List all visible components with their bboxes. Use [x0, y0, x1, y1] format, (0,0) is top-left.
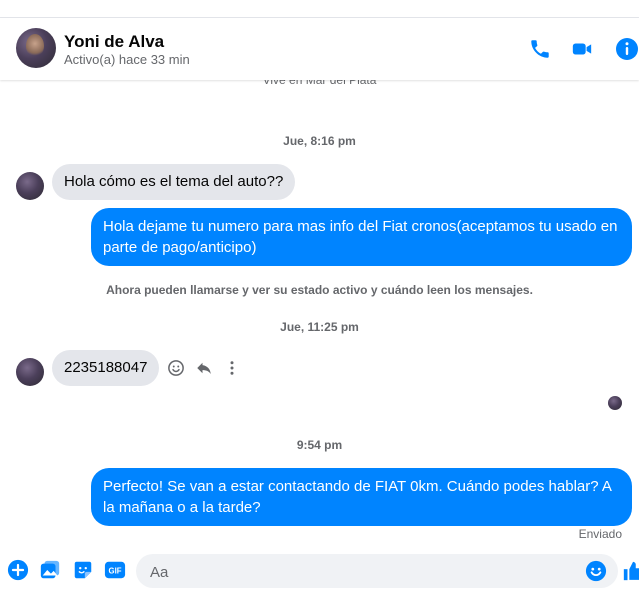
timestamp: Jue, 8:16 pm	[283, 134, 356, 148]
phone-icon[interactable]	[528, 37, 552, 61]
incoming-message[interactable]: Hola cómo es el tema del auto??	[52, 164, 296, 200]
incoming-message[interactable]: 2235188047	[52, 350, 160, 386]
emoji-reaction-icon[interactable]	[166, 358, 186, 378]
seen-avatar	[608, 396, 622, 410]
timestamp: 9:54 pm	[296, 438, 343, 452]
photo-icon[interactable]	[39, 559, 61, 581]
svg-text:GIF: GIF	[109, 567, 122, 576]
sent-status: Enviado	[578, 527, 622, 541]
sticker-icon[interactable]	[72, 559, 94, 581]
message-composer: GIF	[0, 548, 639, 594]
chat-header: Yoni de Alva Activo(a) hace 33 min	[0, 18, 639, 80]
info-icon[interactable]	[615, 37, 639, 61]
video-icon[interactable]	[570, 37, 594, 61]
message-input-container[interactable]	[136, 554, 618, 590]
window-top-edge	[0, 0, 639, 18]
message-avatar[interactable]	[16, 358, 44, 386]
contact-status: Activo(a) hace 33 min	[64, 52, 190, 67]
system-notice: Ahora pueden llamarse y ver su estado ac…	[106, 283, 533, 297]
outgoing-message[interactable]: Perfecto! Se van a estar contactando de …	[91, 468, 632, 526]
contact-name[interactable]: Yoni de Alva	[64, 32, 164, 52]
message-avatar[interactable]	[16, 172, 44, 200]
contact-avatar[interactable]	[16, 28, 56, 68]
outgoing-message[interactable]: Hola dejame tu numero para mas info del …	[91, 208, 632, 266]
reply-icon[interactable]	[194, 358, 214, 378]
emoji-icon[interactable]	[584, 559, 608, 583]
timestamp: Jue, 11:25 pm	[280, 320, 359, 334]
message-input[interactable]	[148, 554, 582, 590]
plus-icon[interactable]	[7, 559, 29, 581]
thumbs-up-icon[interactable]	[622, 560, 639, 582]
more-options-icon[interactable]	[222, 358, 242, 378]
gif-icon[interactable]: GIF	[104, 559, 126, 581]
